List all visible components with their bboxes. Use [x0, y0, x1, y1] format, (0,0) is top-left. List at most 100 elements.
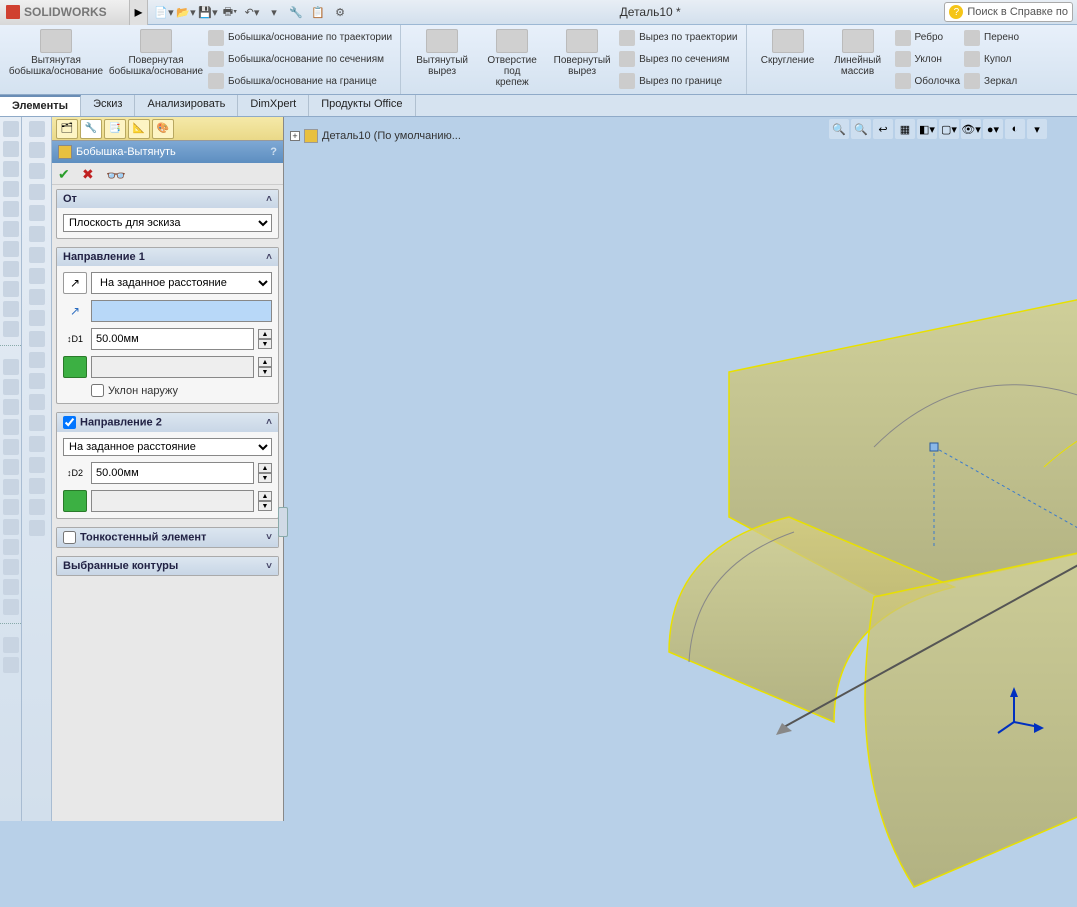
rail1-icon[interactable] — [3, 359, 19, 375]
rail1-icon[interactable] — [3, 419, 19, 435]
rail1-icon[interactable] — [3, 379, 19, 395]
rail2-icon[interactable] — [29, 436, 45, 452]
rail2-icon[interactable] — [29, 373, 45, 389]
rail1-icon[interactable] — [3, 519, 19, 535]
ok-button[interactable]: ✔ — [58, 166, 74, 182]
hide-show-button[interactable]: 👁▾ — [961, 119, 981, 139]
rail2-icon[interactable] — [29, 121, 45, 137]
reverse-direction-button[interactable]: ↗ — [63, 272, 87, 294]
rail1-icon[interactable] — [3, 241, 19, 257]
draft-outward-checkbox[interactable]: Уклон наружу — [91, 384, 272, 397]
expand-icon[interactable]: ˅ — [266, 561, 272, 572]
tab-sketch[interactable]: Эскиз — [81, 95, 135, 116]
section-dir2-header[interactable]: Направление 2˄ — [57, 413, 278, 432]
dir1-direction-field[interactable] — [91, 300, 272, 322]
panel-tab-config[interactable]: 📑 — [104, 119, 126, 139]
rail2-icon[interactable] — [29, 163, 45, 179]
rail2-icon[interactable] — [29, 310, 45, 326]
from-condition-select[interactable]: Плоскость для эскиза — [63, 214, 272, 232]
tab-evaluate[interactable]: Анализировать — [135, 95, 238, 116]
rail1-icon[interactable] — [3, 301, 19, 317]
panel-tab-feature-tree[interactable]: 🗂 — [56, 119, 78, 139]
appearance-button[interactable]: ●▾ — [983, 119, 1003, 139]
viewport[interactable]: + Деталь10 (По умолчанию... 🔍 🔍 ↩ ▦ ◧▾ ▢… — [284, 117, 1077, 821]
dir2-distance-input[interactable] — [91, 462, 254, 484]
linear-pattern-button[interactable]: Линейный массив — [823, 27, 893, 92]
view-orientation-button[interactable]: ◧▾ — [917, 119, 937, 139]
rail2-icon[interactable] — [29, 226, 45, 242]
rail1-icon[interactable] — [3, 459, 19, 475]
revolved-boss-button[interactable]: Повернутая бобышка/основание — [106, 27, 206, 92]
rail1-icon[interactable] — [3, 221, 19, 237]
section-thin-header[interactable]: Тонкостенный элемент˅ — [57, 528, 278, 547]
rail2-icon[interactable] — [29, 352, 45, 368]
help-search[interactable]: ? Поиск в Справке по — [944, 2, 1073, 22]
settings-button[interactable]: ⚙ — [330, 2, 350, 22]
rail2-icon[interactable] — [29, 499, 45, 515]
rail2-icon[interactable] — [29, 268, 45, 284]
dir1-draft-spinner[interactable]: ▲▼ — [258, 357, 272, 377]
lofted-cut-button[interactable]: Вырез по сечениям — [617, 50, 739, 68]
tab-features[interactable]: Элементы — [0, 95, 81, 116]
feature-help-icon[interactable]: ? — [270, 146, 277, 158]
rail1-icon[interactable] — [3, 141, 19, 157]
dome-button[interactable]: Купол — [962, 50, 1021, 68]
detailed-preview-button[interactable]: 👓 — [106, 166, 122, 182]
rail1-icon[interactable] — [3, 439, 19, 455]
draft-button[interactable]: Уклон — [893, 50, 963, 68]
prev-view-button[interactable]: ↩ — [873, 119, 893, 139]
rail2-icon[interactable] — [29, 415, 45, 431]
thin-feature-checkbox[interactable] — [63, 531, 76, 544]
rail2-icon[interactable] — [29, 205, 45, 221]
panel-tab-display[interactable]: 🎨 — [152, 119, 174, 139]
logo-menu-arrow[interactable]: ▸ — [130, 0, 148, 25]
rail2-icon[interactable] — [29, 394, 45, 410]
rail2-icon[interactable] — [29, 520, 45, 536]
flyout-feature-tree[interactable]: + Деталь10 (По умолчанию... — [290, 129, 461, 143]
dir1-distance-input[interactable] — [91, 328, 254, 350]
boundary-boss-button[interactable]: Бобышка/основание на границе — [206, 72, 394, 90]
rail1-icon[interactable] — [3, 539, 19, 555]
rail2-icon[interactable] — [29, 478, 45, 494]
rail2-icon[interactable] — [29, 142, 45, 158]
print-button[interactable]: 🖶▾ — [220, 2, 240, 22]
rail2-icon[interactable] — [29, 289, 45, 305]
section-dir1-header[interactable]: Направление 1˄ — [57, 248, 278, 266]
rail1-icon[interactable] — [3, 499, 19, 515]
rail1-icon[interactable] — [3, 201, 19, 217]
rail1-icon[interactable] — [3, 479, 19, 495]
rail1-icon[interactable] — [3, 399, 19, 415]
scene-button[interactable]: ◐ — [1005, 119, 1025, 139]
collapse-icon[interactable]: ˄ — [266, 417, 272, 428]
new-file-button[interactable]: 📄▾ — [154, 2, 174, 22]
revolved-cut-button[interactable]: Повернутый вырез — [547, 27, 617, 92]
dir1-end-condition-select[interactable]: На заданное расстояние — [91, 272, 272, 294]
section-from-header[interactable]: От˄ — [57, 190, 278, 208]
swept-boss-button[interactable]: Бобышка/основание по траектории — [206, 29, 394, 47]
fillet-button[interactable]: Скругление — [753, 27, 823, 92]
collapse-icon[interactable]: ˄ — [266, 252, 272, 263]
select-button[interactable]: ▾ — [264, 2, 284, 22]
view-settings-button[interactable]: ▾ — [1027, 119, 1047, 139]
hole-wizard-button[interactable]: Отверстие под крепеж — [477, 27, 547, 92]
zoom-area-button[interactable]: 🔍 — [851, 119, 871, 139]
tab-dimxpert[interactable]: DimXpert — [238, 95, 309, 116]
rail1-icon[interactable] — [3, 579, 19, 595]
extruded-cut-button[interactable]: Вытянутый вырез — [407, 27, 477, 92]
lofted-boss-button[interactable]: Бобышка/основание по сечениям — [206, 50, 394, 68]
section-view-button[interactable]: ▦ — [895, 119, 915, 139]
rail1-icon[interactable] — [3, 599, 19, 615]
splitter-handle[interactable] — [278, 507, 288, 537]
wrap-button[interactable]: Перено — [962, 29, 1021, 47]
mirror-button[interactable]: Зеркал — [962, 72, 1021, 90]
rail1-icon[interactable] — [3, 161, 19, 177]
rail2-icon[interactable] — [29, 331, 45, 347]
rail2-icon[interactable] — [29, 184, 45, 200]
save-button[interactable]: 💾▾ — [198, 2, 218, 22]
rail1-icon[interactable] — [3, 121, 19, 137]
rail1-icon[interactable] — [3, 281, 19, 297]
rail1-icon[interactable] — [3, 559, 19, 575]
expand-tree-icon[interactable]: + — [290, 131, 300, 141]
rib-button[interactable]: Ребро — [893, 29, 963, 47]
options-button[interactable]: 📋 — [308, 2, 328, 22]
